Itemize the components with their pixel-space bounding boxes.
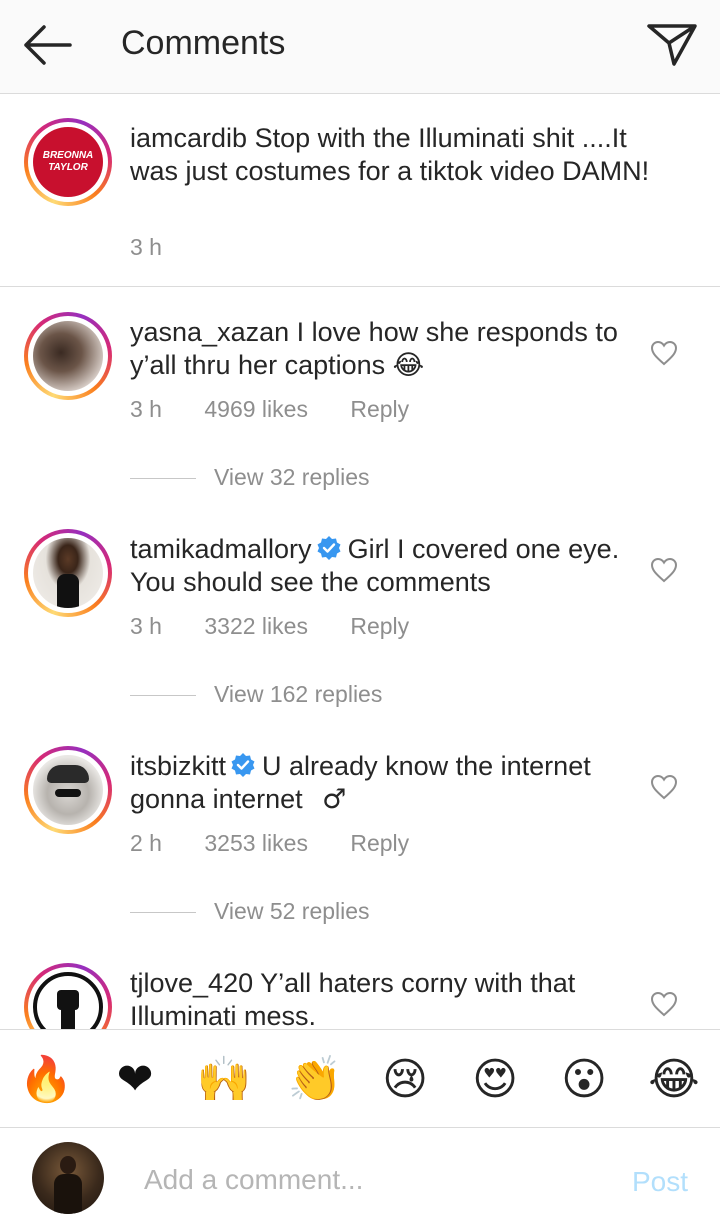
view-replies-button[interactable]: View 162 replies — [130, 681, 382, 708]
comment-input-bar: Post — [0, 1127, 720, 1227]
surprised-emoji-button[interactable]: 😮 — [556, 1052, 612, 1108]
comment-time: 2 h — [130, 830, 162, 856]
avatar[interactable] — [24, 963, 112, 1029]
like-count[interactable]: 3253 likes — [204, 830, 308, 856]
reply-button[interactable]: Reply — [350, 613, 409, 639]
laughing-emoji: 😂 — [392, 350, 425, 381]
replies-line — [130, 478, 196, 480]
divider — [0, 286, 720, 287]
username-link[interactable]: yasna_xazan — [130, 317, 289, 347]
direct-message-button[interactable] — [644, 18, 700, 70]
paper-plane-icon — [647, 24, 697, 66]
comment-text: itsbizkitt U already know the internet g… — [130, 750, 650, 816]
view-replies-label: View 52 replies — [214, 898, 370, 924]
back-button[interactable] — [18, 22, 78, 68]
comment-text: tjlove_420 Y’all haters corny with that … — [130, 967, 650, 1029]
emoji-quick-bar: 🔥 ❤ 🙌 👏 😢 😍 😮 😂 — [0, 1029, 720, 1127]
avatar[interactable] — [24, 529, 112, 617]
comment-text: iamcardib Stop with the Illuminati shit … — [130, 122, 650, 188]
avatar-text: TAYLOR — [48, 162, 88, 173]
avatar[interactable] — [24, 312, 112, 400]
view-replies-button[interactable]: View 32 replies — [130, 464, 370, 491]
male-sign-icon: ♂ — [322, 784, 347, 815]
like-count[interactable]: 3322 likes — [204, 613, 308, 639]
comment-text: tamikadmallory Girl I covered one eye. Y… — [130, 533, 650, 599]
post-button[interactable]: Post — [632, 1166, 688, 1198]
verified-badge-icon — [231, 753, 255, 777]
comment-time: 3 h — [130, 396, 162, 422]
avatar-text: BREONNA — [42, 150, 94, 161]
page-title: Comments — [121, 24, 286, 62]
raising-hands-emoji-button[interactable]: 🙌 — [196, 1052, 252, 1108]
reply-button[interactable]: Reply — [350, 830, 409, 856]
view-replies-button[interactable]: View 52 replies — [130, 898, 370, 925]
arrow-left-icon — [24, 25, 72, 65]
avatar — [32, 1142, 104, 1214]
laughing-emoji-button[interactable]: 😂 — [646, 1052, 702, 1108]
comment-input[interactable] — [144, 1160, 604, 1200]
header: Comments — [0, 0, 720, 94]
fist-icon — [57, 990, 79, 1029]
like-count[interactable]: 4969 likes — [204, 396, 308, 422]
heart-icon[interactable] — [650, 991, 678, 1017]
heart-icon[interactable] — [650, 340, 678, 366]
heart-emoji-button[interactable]: ❤ — [107, 1052, 163, 1108]
comment-meta: 3 h 3322 likes Reply — [130, 613, 445, 640]
comment-time: 3 h — [130, 613, 162, 639]
view-replies-label: View 162 replies — [214, 681, 383, 707]
avatar[interactable]: BREONNA TAYLOR — [24, 118, 112, 206]
comment-meta: 3 h — [130, 234, 198, 261]
username-link[interactable]: iamcardib — [130, 123, 247, 153]
clapping-emoji-button[interactable]: 👏 — [287, 1052, 343, 1108]
username-link[interactable]: itsbizkitt — [130, 751, 226, 781]
view-replies-label: View 32 replies — [214, 464, 370, 490]
replies-line — [130, 912, 196, 914]
username-link[interactable]: tamikadmallory — [130, 534, 312, 564]
list-item: tjlove_420 Y’all haters corny with that … — [0, 963, 720, 1029]
comment-time: 3 h — [130, 234, 162, 260]
heart-eyes-emoji-button[interactable]: 😍 — [467, 1052, 523, 1108]
heart-icon[interactable] — [650, 557, 678, 583]
reply-button[interactable]: Reply — [350, 396, 409, 422]
comment-meta: 3 h 4969 likes Reply — [130, 396, 445, 423]
replies-line — [130, 695, 196, 697]
avatar[interactable] — [24, 746, 112, 834]
crying-emoji-button[interactable]: 😢 — [377, 1052, 433, 1108]
fire-emoji-button[interactable]: 🔥 — [18, 1052, 74, 1108]
heart-icon[interactable] — [650, 774, 678, 800]
verified-badge-icon — [317, 536, 341, 560]
username-link[interactable]: tjlove_420 — [130, 968, 253, 998]
comment-text: yasna_xazan I love how she responds to y… — [130, 316, 650, 382]
comment-meta: 2 h 3253 likes Reply — [130, 830, 445, 857]
